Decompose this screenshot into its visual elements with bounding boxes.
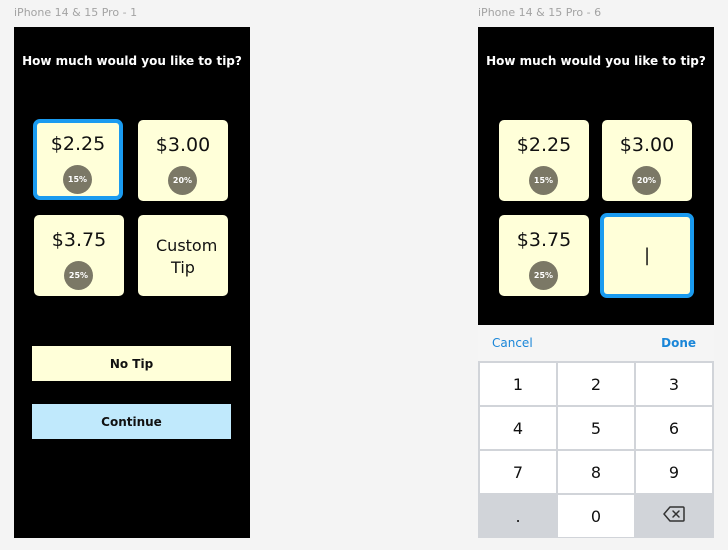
cancel-button[interactable]: Cancel <box>492 336 533 350</box>
key-5[interactable]: 5 <box>558 407 634 449</box>
key-3[interactable]: 3 <box>636 363 712 405</box>
tip-amount: $3.75 <box>516 229 572 251</box>
key-6[interactable]: 6 <box>636 407 712 449</box>
backspace-icon <box>663 506 685 526</box>
tip-option-15[interactable]: $2.25 15% <box>499 120 589 201</box>
key-8[interactable]: 8 <box>558 451 634 493</box>
key-1[interactable]: 1 <box>480 363 556 405</box>
frame-label-left: iPhone 14 & 15 Pro - 1 <box>14 6 138 19</box>
phone-screen-left: How much would you like to tip? $2.25 15… <box>14 27 250 538</box>
tip-percent-badge: 25% <box>529 261 558 290</box>
tip-percent-badge: 15% <box>529 166 558 195</box>
keyboard-toolbar: Cancel Done <box>478 325 714 361</box>
tip-option-25[interactable]: $3.75 25% <box>499 215 589 296</box>
tip-amount: $3.00 <box>155 134 211 156</box>
key-2[interactable]: 2 <box>558 363 634 405</box>
custom-tip-input[interactable]: | <box>600 213 694 298</box>
custom-tip-label: Custom Tip <box>156 236 218 277</box>
numeric-keypad: 1 2 3 4 5 6 7 8 9 . 0 <box>478 361 714 538</box>
key-decimal[interactable]: . <box>480 495 556 537</box>
frame-label-right: iPhone 14 & 15 Pro - 6 <box>478 6 602 19</box>
tip-percent-badge: 25% <box>64 261 93 290</box>
tip-option-20[interactable]: $3.00 20% <box>602 120 692 201</box>
phone-screen-right: How much would you like to tip? $2.25 15… <box>478 27 714 325</box>
tip-amount: $2.25 <box>50 133 106 155</box>
tip-percent-badge: 20% <box>168 166 197 195</box>
tip-option-20[interactable]: $3.00 20% <box>138 120 228 201</box>
tip-amount: $3.00 <box>619 134 675 156</box>
key-0[interactable]: 0 <box>558 495 634 537</box>
key-7[interactable]: 7 <box>480 451 556 493</box>
delete-key[interactable] <box>636 495 712 537</box>
page-title: How much would you like to tip? <box>486 54 706 68</box>
text-cursor: | <box>643 245 651 266</box>
continue-button[interactable]: Continue <box>32 404 231 439</box>
tip-option-15[interactable]: $2.25 15% <box>33 119 123 200</box>
custom-tip-button[interactable]: Custom Tip <box>138 215 228 296</box>
no-tip-button[interactable]: No Tip <box>32 346 231 381</box>
tip-option-25[interactable]: $3.75 25% <box>34 215 124 296</box>
tip-percent-badge: 20% <box>632 166 661 195</box>
tip-percent-badge: 15% <box>63 165 92 194</box>
page-title: How much would you like to tip? <box>22 54 242 68</box>
key-4[interactable]: 4 <box>480 407 556 449</box>
tip-amount: $3.75 <box>51 229 107 251</box>
done-button[interactable]: Done <box>661 336 696 350</box>
key-9[interactable]: 9 <box>636 451 712 493</box>
tip-amount: $2.25 <box>516 134 572 156</box>
